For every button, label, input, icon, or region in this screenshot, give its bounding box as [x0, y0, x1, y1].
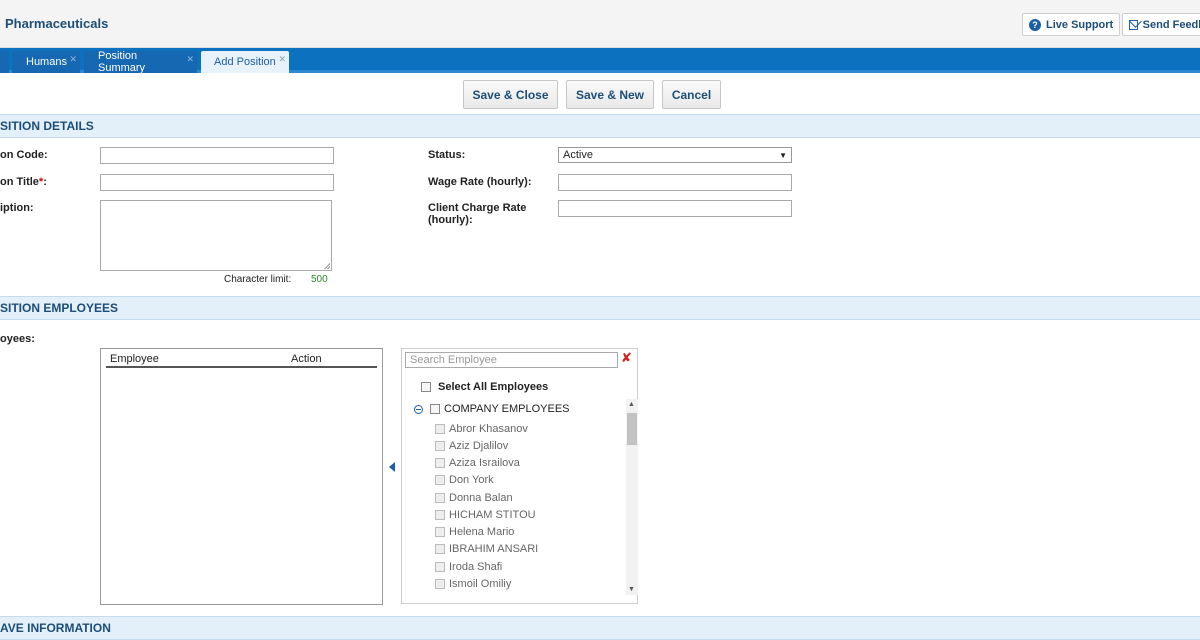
move-left-icon[interactable] [389, 462, 395, 472]
position-code-label: on Code: [0, 149, 48, 161]
resize-grip-icon[interactable] [324, 263, 330, 269]
wage-rate-input[interactable] [558, 174, 792, 191]
employee-name: IBRAHIM ANSARI [449, 543, 539, 555]
tab-position-summary[interactable]: Position Summary ✕ [84, 50, 197, 74]
employee-checkbox[interactable] [435, 441, 445, 451]
section-title: SITION DETAILS [0, 119, 94, 133]
collapse-icon[interactable] [414, 404, 423, 414]
employee-checkbox[interactable] [435, 562, 445, 572]
select-all-row[interactable]: Select All Employees [421, 381, 548, 393]
tab-hidden[interactable] [0, 51, 9, 73]
employee-checkbox[interactable] [435, 510, 445, 520]
group-row[interactable]: COMPANY EMPLOYEES [414, 403, 570, 415]
employee-item[interactable]: IBRAHIM ANSARI [435, 543, 538, 555]
dropdown-arrow-icon: ▼ [779, 150, 787, 160]
employee-checkbox[interactable] [435, 544, 445, 554]
live-support-label: Live Support [1046, 18, 1114, 31]
tab-close-icon[interactable]: ✕ [278, 54, 286, 65]
top-bar: Pharmaceuticals ? Live Support Send Feed… [0, 0, 1200, 48]
tab-label: Add Position [214, 56, 276, 68]
select-all-label: Select All Employees [438, 381, 549, 393]
employee-column-header: Employee [110, 353, 159, 365]
grid-header: Employee Action [106, 352, 377, 368]
live-support-button[interactable]: ? Live Support [1022, 13, 1121, 36]
scrollbar-thumb[interactable] [627, 413, 637, 445]
scroll-down-icon[interactable]: ▼ [628, 586, 635, 593]
tab-label: Humans [26, 56, 67, 68]
character-limit-label: Character limit: [224, 274, 292, 285]
mail-icon [1129, 19, 1138, 30]
wage-rate-label: Wage Rate (hourly): [428, 176, 532, 188]
employee-name: Ismoil Omiliy [449, 578, 512, 590]
position-code-input[interactable] [100, 147, 334, 164]
save-close-button[interactable]: Save & Close [463, 80, 558, 109]
action-column-header: Action [291, 353, 322, 365]
employee-item[interactable]: HICHAM STITOU [435, 509, 536, 521]
select-all-checkbox[interactable] [421, 382, 431, 392]
action-toolbar: Save & Close Save & New Cancel [0, 80, 1200, 110]
employee-item[interactable]: Iroda Shafi [435, 561, 502, 573]
selected-employees-grid: Employee Action [100, 348, 383, 605]
group-label: COMPANY EMPLOYEES [444, 403, 570, 415]
employee-name: Iroda Shafi [449, 561, 503, 573]
employee-item[interactable]: Aziza Israilova [435, 457, 520, 469]
employee-list-scrollbar[interactable]: ▲ ▼ [626, 399, 638, 595]
section-leave-information: AVE INFORMATION [0, 616, 1200, 640]
save-new-button[interactable]: Save & New [566, 80, 654, 109]
send-feedback-button[interactable]: Send Feedb [1122, 13, 1200, 36]
send-feedback-label: Send Feedb [1142, 18, 1200, 31]
employees-label: oyees: [0, 333, 35, 345]
position-title-label: on Title*: [0, 176, 47, 188]
cancel-button[interactable]: Cancel [662, 80, 721, 109]
employee-checkbox[interactable] [435, 493, 445, 503]
employee-name: Helena Mario [449, 526, 515, 538]
scroll-up-icon[interactable]: ▲ [628, 401, 635, 408]
tab-humans[interactable]: Humans ✕ [12, 51, 80, 73]
section-title: AVE INFORMATION [0, 621, 111, 635]
tab-add-position[interactable]: Add Position ✕ [201, 51, 289, 73]
employee-checkbox[interactable] [435, 424, 445, 434]
employee-name: HICHAM STITOU [449, 509, 536, 521]
group-checkbox[interactable] [430, 404, 440, 414]
employee-checkbox[interactable] [435, 579, 445, 589]
employee-item[interactable]: Ismoil Omiliy [435, 578, 511, 590]
employee-item[interactable]: Helena Mario [435, 526, 514, 538]
position-title-input[interactable] [100, 174, 334, 191]
employee-name: Aziz Djalilov [449, 440, 509, 452]
employee-item[interactable]: Don York [435, 474, 494, 486]
help-icon: ? [1029, 18, 1041, 31]
employee-name: Aziza Israilova [449, 457, 520, 469]
employee-checkbox[interactable] [435, 475, 445, 485]
employee-checkbox[interactable] [435, 458, 445, 468]
employee-picker: Search Employee ✘ Select All Employees C… [401, 348, 638, 604]
app-title: Pharmaceuticals [5, 16, 109, 31]
character-limit-value: 500 [311, 274, 328, 285]
section-position-employees: SITION EMPLOYEES [0, 296, 1200, 320]
tab-close-icon[interactable]: ✕ [186, 54, 194, 65]
tab-close-icon[interactable]: ✕ [69, 54, 77, 65]
status-value: Active [563, 149, 593, 161]
tab-label: Position Summary [98, 50, 146, 74]
employee-item[interactable]: Abror Khasanov [435, 423, 528, 435]
section-position-details: SITION DETAILS [0, 114, 1200, 138]
tab-bar: Humans ✕ Position Summary ✕ Add Position… [0, 48, 1200, 74]
description-textarea[interactable] [100, 200, 332, 271]
employee-item[interactable]: Donna Balan [435, 492, 513, 504]
employee-name: Don York [449, 474, 494, 486]
employee-name: Abror Khasanov [449, 423, 528, 435]
position-title-text: on Title [0, 176, 39, 188]
employee-checkbox[interactable] [435, 527, 445, 537]
position-title-colon: : [43, 176, 47, 188]
employee-name: Donna Balan [449, 492, 513, 504]
section-title: SITION EMPLOYEES [0, 301, 119, 315]
clear-search-icon[interactable]: ✘ [621, 350, 632, 366]
client-charge-rate-input[interactable] [558, 200, 792, 217]
status-select[interactable]: Active ▼ [558, 147, 792, 163]
search-employee-input[interactable]: Search Employee [405, 352, 618, 368]
client-charge-rate-label-unit: (hourly): [428, 214, 473, 226]
client-charge-rate-label: Client Charge Rate [428, 202, 527, 214]
status-label: Status: [428, 149, 466, 161]
description-label: iption: [0, 202, 34, 214]
employee-item[interactable]: Aziz Djalilov [435, 440, 508, 452]
